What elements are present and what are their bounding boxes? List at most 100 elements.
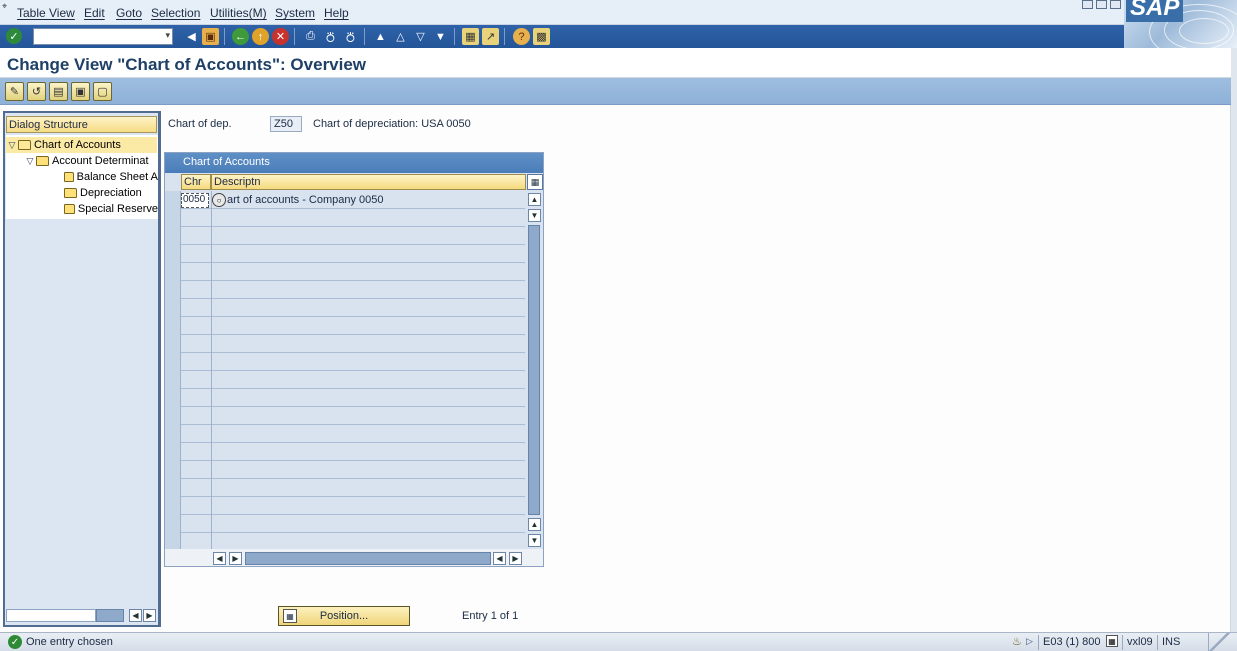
last-page-icon[interactable]: ▼ xyxy=(432,28,449,45)
resize-grip-icon[interactable] xyxy=(1208,633,1230,651)
table-row[interactable] xyxy=(165,515,525,533)
exit-icon[interactable]: ↑ xyxy=(252,28,269,45)
window-system-icon[interactable]: ⌖ xyxy=(2,1,12,11)
scroll-thumb[interactable] xyxy=(528,225,540,515)
table-row[interactable] xyxy=(165,479,525,497)
tree-item-balance-sheet[interactable]: Balance Sheet A xyxy=(64,169,158,185)
scroll-right-icon[interactable]: ▶ xyxy=(143,609,156,622)
column-header-descriptn[interactable]: Descriptn xyxy=(211,174,526,190)
menu-bar: ⌖ Table View Edit Goto Selection Utiliti… xyxy=(0,0,1237,25)
command-input[interactable] xyxy=(34,29,158,45)
table-row[interactable] xyxy=(165,245,525,263)
select-block-icon[interactable]: ▣ xyxy=(71,82,90,101)
back-green-icon[interactable]: ← xyxy=(232,28,249,45)
folder-icon xyxy=(64,172,74,182)
edit-pencil-icon[interactable]: ✎ xyxy=(5,82,24,101)
folder-icon xyxy=(64,204,75,214)
chr-cell-input[interactable]: 0050 xyxy=(181,193,209,208)
layout-icon[interactable]: ▩ xyxy=(533,28,550,45)
table-row[interactable] xyxy=(165,425,525,443)
scroll-left-icon[interactable]: ◀ xyxy=(493,552,506,565)
display-change-icon[interactable]: ↺ xyxy=(27,82,46,101)
menu-edit[interactable]: Edit xyxy=(84,6,105,20)
tree-item-account-determination[interactable]: ▽ Account Determinat xyxy=(24,153,158,169)
next-page-icon[interactable]: ▽ xyxy=(412,28,429,45)
find-icon[interactable]: ⛣ xyxy=(322,28,339,45)
column-header-chr[interactable]: Chr xyxy=(181,174,211,190)
table-settings-icon[interactable]: ▦ xyxy=(527,174,543,190)
page-down-icon[interactable]: ▼ xyxy=(528,209,541,222)
table-row[interactable] xyxy=(165,497,525,515)
first-page-icon[interactable]: ▲ xyxy=(372,28,389,45)
prev-page-icon[interactable]: △ xyxy=(392,28,409,45)
print-icon[interactable]: ⎙ xyxy=(302,28,319,45)
scroll-thumb[interactable] xyxy=(96,609,124,622)
menu-goto[interactable]: Goto xyxy=(116,6,142,20)
system-info-icon[interactable]: ♨ xyxy=(1012,635,1022,648)
scroll-right-icon[interactable]: ▶ xyxy=(229,552,242,565)
table-row[interactable] xyxy=(165,263,525,281)
back-icon[interactable]: ◀ xyxy=(183,28,200,45)
scroll-left-icon[interactable]: ◀ xyxy=(129,609,142,622)
expand-triangle-icon[interactable]: ▽ xyxy=(6,140,18,151)
sap-logo: SAP xyxy=(1124,0,1237,48)
table-row[interactable] xyxy=(165,389,525,407)
tree-item-depreciation[interactable]: Depreciation xyxy=(64,185,158,201)
table-row[interactable] xyxy=(165,407,525,425)
expand-triangle-icon[interactable]: ▽ xyxy=(24,156,36,167)
table-row[interactable] xyxy=(165,353,525,371)
tree-item-special-reserve[interactable]: Special Reserve xyxy=(64,201,158,217)
scroll-track[interactable] xyxy=(6,609,96,622)
menu-selection[interactable]: Selection xyxy=(151,6,200,20)
enter-icon[interactable]: ✓ xyxy=(6,28,22,44)
application-toolbar: ✎ ↺ ▤ ▣ ▢ xyxy=(0,78,1231,105)
help-icon[interactable]: ? xyxy=(513,28,530,45)
menu-system[interactable]: System xyxy=(275,6,315,20)
find-next-icon[interactable]: ⛣ xyxy=(342,28,359,45)
table-horizontal-scrollbar[interactable]: ◀ ▶ ◀ ▶ xyxy=(211,551,527,566)
table-row[interactable] xyxy=(165,335,525,353)
server-list-icon[interactable]: ▦ xyxy=(1106,635,1118,647)
shortcut-icon[interactable]: ↗ xyxy=(482,28,499,45)
table-row[interactable] xyxy=(165,371,525,389)
table-row[interactable] xyxy=(165,299,525,317)
table-row[interactable] xyxy=(165,461,525,479)
minimize-icon[interactable] xyxy=(1082,0,1093,9)
menu-table-view[interactable]: Table View xyxy=(17,6,75,20)
status-mode[interactable]: INS xyxy=(1157,635,1184,650)
command-history-icon[interactable]: ▾ xyxy=(165,30,170,41)
save-icon[interactable]: ▣ xyxy=(202,28,219,45)
scroll-down-icon[interactable]: ▼ xyxy=(528,534,541,547)
scroll-right-icon[interactable]: ▶ xyxy=(509,552,522,565)
value-help-icon[interactable]: ○ xyxy=(212,193,226,207)
table-row[interactable] xyxy=(165,317,525,335)
scroll-left-icon[interactable]: ◀ xyxy=(213,552,226,565)
new-session-icon[interactable]: ▦ xyxy=(462,28,479,45)
scroll-up-icon[interactable]: ▲ xyxy=(528,193,541,206)
menu-help[interactable]: Help xyxy=(324,6,349,20)
scroll-thumb[interactable] xyxy=(245,552,491,565)
status-toggle-icon[interactable]: ▷ xyxy=(1026,636,1033,647)
table-row[interactable] xyxy=(165,443,525,461)
table-row[interactable] xyxy=(165,209,525,227)
table-row[interactable] xyxy=(165,227,525,245)
status-message[interactable]: One entry chosen xyxy=(26,636,113,648)
folder-open-icon xyxy=(18,140,31,150)
table-row[interactable] xyxy=(165,281,525,299)
position-button[interactable]: ▦ Position... xyxy=(278,606,410,626)
chart-of-accounts-table: Chart of Accounts Chr Descriptn ▦ 0050 ○… xyxy=(164,152,544,567)
page-up-icon[interactable]: ▲ xyxy=(528,518,541,531)
deselect-all-icon[interactable]: ▢ xyxy=(93,82,112,101)
command-field[interactable]: ▾ xyxy=(33,28,173,45)
table-vertical-scrollbar[interactable]: ▲ ▼ ▲ ▼ xyxy=(527,191,542,549)
close-window-icon[interactable] xyxy=(1110,0,1121,9)
status-system: E03 (1) 800 xyxy=(1038,635,1104,650)
maximize-icon[interactable] xyxy=(1096,0,1107,9)
row-selector-column[interactable] xyxy=(165,191,181,549)
menu-utilities[interactable]: Utilities(M) xyxy=(210,6,267,20)
tree-horizontal-scrollbar[interactable]: ◀ ▶ xyxy=(6,608,158,623)
cancel-icon[interactable]: ✕ xyxy=(272,28,289,45)
select-all-icon[interactable]: ▤ xyxy=(49,82,68,101)
folder-icon xyxy=(64,188,77,198)
tree-item-chart-of-accounts[interactable]: ▽ Chart of Accounts xyxy=(6,137,157,153)
